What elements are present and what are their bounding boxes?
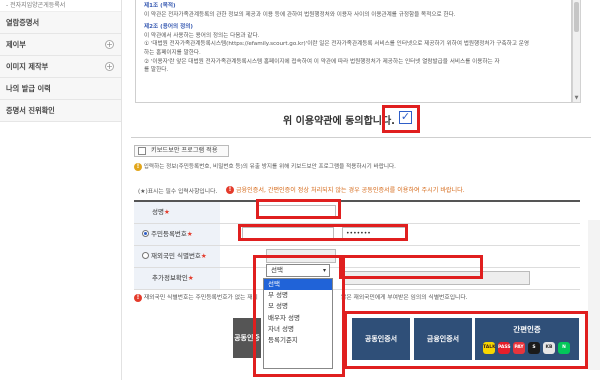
terms-scrollbar[interactable]: ▼ (572, 0, 581, 103)
form-row-name: 성명★ (134, 202, 580, 224)
extra-info-label: 추가정보확인★ (134, 268, 220, 289)
expand-plus-icon[interactable]: + (105, 62, 114, 71)
terms-line: 를 말한다. (144, 67, 169, 74)
sidebar-item-certificate-view[interactable]: 열람증명서 (0, 12, 121, 34)
page-edge (588, 220, 600, 370)
id-note-right: 않은 재외국민에게 부여받은 임의의 식별번호입니다. (341, 295, 468, 301)
terms-box: 제1조 (목적) 이 약관은 전자가족관계등록의 관한 정보의 제공과 이용 등… (135, 0, 572, 103)
sidebar: - 전자지입양곤게등록서 열람증명서 제이부 + 이미지 제작부 + 나의 발급… (0, 0, 122, 380)
keyboard-security-label: 키보드보안 프로그램 적용 (151, 147, 218, 154)
highlight-box (256, 199, 341, 219)
expand-plus-icon[interactable]: + (105, 40, 114, 49)
foreign-id-radio[interactable] (142, 251, 149, 259)
foreign-id-label-text: 재외국민 식별번호 (151, 252, 201, 260)
highlight-box (339, 255, 483, 279)
highlight-box (253, 255, 345, 377)
sidebar-item-removed-register[interactable]: 제이부 + (0, 34, 121, 56)
rrn-radio[interactable] (142, 229, 149, 237)
sidebar-sub-item[interactable]: - 전자지입양곤게등록서 (0, 0, 121, 12)
sidebar-item-label: 나의 발급 이력 (6, 84, 51, 93)
id-note-left: 재외국민 식별번호는 주민등록번호가 없는 재외 (143, 295, 258, 301)
certificate-note-text: 금융인증서, 간편인증이 정상 처리되지 않는 경우 공동인증서를 이용하여 주… (235, 187, 465, 194)
scroll-down-icon[interactable]: ▼ (574, 95, 579, 101)
terms-line: 제1조 (목적) (144, 3, 176, 9)
agree-label: 위 이용약관에 동의합니다. (283, 116, 395, 127)
foreign-id-note: ! 재외국민 식별번호는 주민등록번호가 없는 재외 않은 재외국민에게 부여받… (134, 292, 468, 302)
rrn-label: 주민등록번호★ (134, 224, 220, 245)
divider (131, 137, 591, 138)
foreign-id-label: 재외국민 식별번호★ (134, 246, 220, 267)
sidebar-item-label: 이미지 제작부 (6, 62, 49, 71)
warning-icon: ! (134, 293, 142, 302)
sidebar-item-label: 제이부 (6, 40, 26, 49)
extra-info-label-text: 추가정보확인 (152, 274, 188, 282)
sidebar-item-label: 열람증명서 (6, 18, 40, 27)
keyboard-security-checkbox[interactable] (138, 147, 146, 155)
warning-icon: ! (134, 162, 142, 171)
sidebar-item-image-register[interactable]: 이미지 제작부 + (0, 56, 121, 78)
terms-line: ② '이용자'란 앞은 대법원 전자가족관계등록시스템 홈페이지에 접속하여 이… (144, 58, 500, 65)
certificate-note: ! 금융인증서, 간편인증이 정상 처리되지 않는 경우 공동인증서를 이용하여… (226, 185, 465, 194)
terms-line: 하는 홈페이지를 말한다. (144, 49, 201, 56)
sidebar-item-label: 증명서 진위확인 (6, 106, 55, 115)
name-label: 성명★ (134, 202, 220, 223)
terms-line: 이 약관은 전자가족관계등록의 관한 정보의 제공과 이용 등에 관하여 법원행… (144, 11, 456, 18)
rrn-label-text: 주민등록번호 (151, 230, 187, 238)
scrollbar-thumb[interactable] (574, 2, 579, 32)
terms-line: 이 약관에서 사용하는 용어의 정의는 다음과 같다. (144, 32, 260, 39)
sidebar-item-issue-history[interactable]: 나의 발급 이력 (0, 78, 121, 100)
sidebar-item-authenticity-check[interactable]: 증명서 진위확인 (0, 100, 121, 122)
terms-line: 제2조 (용어의 정의) (144, 24, 193, 31)
terms-line: ① '대법원 전자가족관계등록시스템(https://efamily.scour… (144, 41, 530, 48)
required-note: (★)표시는 필수 입력사항입니다. (138, 189, 218, 195)
keyboard-security-note: ! 입력하는 정보(주민등록번호, 비밀번호 등)의 유출 방지를 위해 키보드… (134, 162, 396, 171)
name-label-text: 성명 (152, 208, 164, 216)
highlight-box (344, 311, 588, 369)
warning-icon: ! (226, 186, 234, 194)
keyboard-note-text: 입력하는 정보(주민등록번호, 비밀번호 등)의 유출 방지를 위해 키보드보안… (143, 164, 396, 170)
highlight-box (382, 105, 420, 133)
keyboard-security-option[interactable]: 키보드보안 프로그램 적용 (134, 145, 229, 157)
highlight-box (238, 224, 408, 241)
